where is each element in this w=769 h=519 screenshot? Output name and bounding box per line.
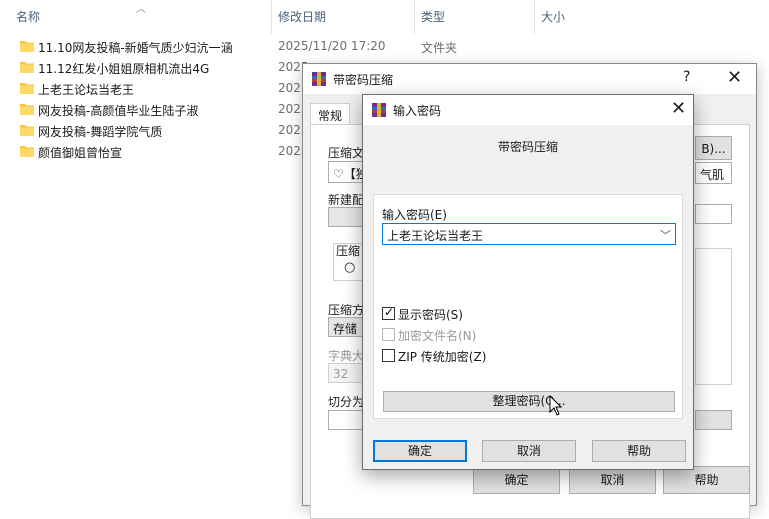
password-dialog-titlebar[interactable]: 输入密码 ✕ [363,95,693,125]
format-radio[interactable]: ○ [344,260,355,275]
folder-icon [20,41,34,52]
folder-icon [20,104,34,115]
close-icon[interactable]: ✕ [671,98,686,119]
split-volume-label: 切分为 [328,395,365,409]
file-name: 网友投稿-舞蹈学院气质 [38,125,163,139]
checkmark-icon: ✓ [384,305,395,319]
help-button[interactable]: 帮助 [592,440,686,462]
mouse-cursor-icon [549,395,563,416]
archive-dialog-titlebar[interactable]: 带密码压缩 ? ✕ [303,64,756,94]
update-mode-select[interactable] [695,204,732,224]
password-label: 输入密码(E) [382,208,447,222]
password-dialog: 输入密码 ✕ 带密码压缩 输入密码(E) 上老王论坛当老王 ﹀ ✓ 显示密码(S… [362,94,694,470]
file-row[interactable]: 11.10网友投稿-新婚气质少妇沆一涵 2025/11/20 17:20 文件夹 [0,36,560,57]
compression-method-label: 压缩方 [328,303,365,317]
browse-button[interactable]: B)... [695,136,732,160]
column-header-name[interactable]: 名称 [10,0,40,34]
folder-icon [20,83,34,94]
checkbox-box[interactable]: ✓ [382,305,395,320]
column-header-size[interactable]: 大小 [535,0,565,34]
file-name: 网友投稿-高颜值毕业生陆子淑 [38,104,199,118]
sort-up-icon: ︿ [136,4,146,15]
file-name: 上老王论坛当老王 [38,83,135,97]
zip-legacy-label: ZIP 传统加密(Z) [398,350,487,364]
column-header-modified[interactable]: 修改日期 [272,0,326,34]
format-group-label: 压缩 [336,244,361,258]
winrar-icon [372,103,386,117]
checkbox-box[interactable] [382,349,395,362]
help-button[interactable]: 帮助 [663,466,750,494]
file-name: 11.12红发小姐姐原相机流出4G [38,62,210,76]
archive-name-label: 压缩文 [328,146,365,160]
cancel-button[interactable]: 取消 [569,466,656,494]
set-password-button[interactable] [695,410,732,430]
file-date: 2025/11/20 17:20 [278,39,386,53]
file-name: 颜值御姐曾怡宣 [38,146,123,160]
ok-button[interactable]: 确定 [373,440,467,462]
checkbox-box [382,328,395,341]
column-header-type[interactable]: 类型 [415,0,445,34]
password-input[interactable]: 上老王论坛当老王 ﹀ [382,223,676,245]
folder-icon [20,146,34,157]
file-name: 11.10网友投稿-新婚气质少妇沆一涵 [38,41,233,55]
file-type: 文件夹 [421,41,458,55]
winrar-icon [312,72,326,86]
password-dialog-title: 输入密码 [393,104,442,118]
dictionary-size-label: 字典大 [328,349,365,363]
organize-passwords-button[interactable]: 整理密码(O... [383,391,675,412]
show-password-label: 显示密码(S) [398,308,463,322]
ok-button[interactable]: 确定 [473,466,560,494]
tab-general[interactable]: 常规 [310,103,351,125]
cancel-button[interactable]: 取消 [482,440,576,462]
new-profile-label: 新建配 [328,193,365,207]
folder-icon [20,62,34,73]
profile-select[interactable]: 气肌 [695,162,732,184]
close-icon[interactable]: ✕ [727,67,742,88]
dialog-subtitle: 带密码压缩 [497,140,558,154]
archive-dialog-title: 带密码压缩 [333,73,394,87]
help-icon[interactable]: ? [683,69,690,85]
folder-icon [20,125,34,136]
chevron-down-icon[interactable]: ﹀ [660,227,671,243]
options-group [695,248,732,385]
encrypt-filenames-label: 加密文件名(N) [398,329,477,343]
password-value: 上老王论坛当老王 [387,229,484,243]
